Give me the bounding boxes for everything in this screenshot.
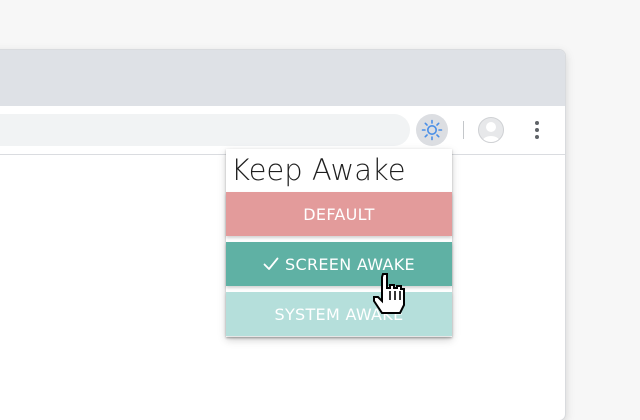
toolbar-separator (463, 121, 464, 139)
kebab-menu-icon[interactable] (524, 115, 550, 145)
address-bar[interactable] (0, 114, 410, 146)
hand-pointer-cursor-icon (373, 273, 405, 314)
checkmark-icon (263, 257, 279, 271)
menu-dot (535, 135, 539, 139)
default-option-button[interactable]: DEFAULT (226, 192, 452, 236)
avatar-icon (478, 117, 504, 143)
keep-awake-extension-button[interactable] (416, 114, 448, 146)
screen-awake-option-button[interactable]: SCREEN AWAKE (226, 242, 452, 286)
default-option-label: DEFAULT (303, 204, 375, 224)
popup-title: Keep Awake (231, 153, 406, 187)
system-awake-option-button[interactable]: SYSTEM AWAKE (226, 292, 452, 336)
menu-dot (535, 128, 539, 132)
screen-awake-option-label: SCREEN AWAKE (285, 254, 415, 274)
menu-dot (535, 121, 539, 125)
sun-icon (421, 119, 443, 141)
profile-button[interactable] (476, 115, 506, 145)
tab-strip (0, 50, 565, 106)
keep-awake-popup: Keep Awake DEFAULT SCREEN AWAKE SYSTEM A… (226, 149, 452, 337)
browser-toolbar (0, 106, 565, 155)
